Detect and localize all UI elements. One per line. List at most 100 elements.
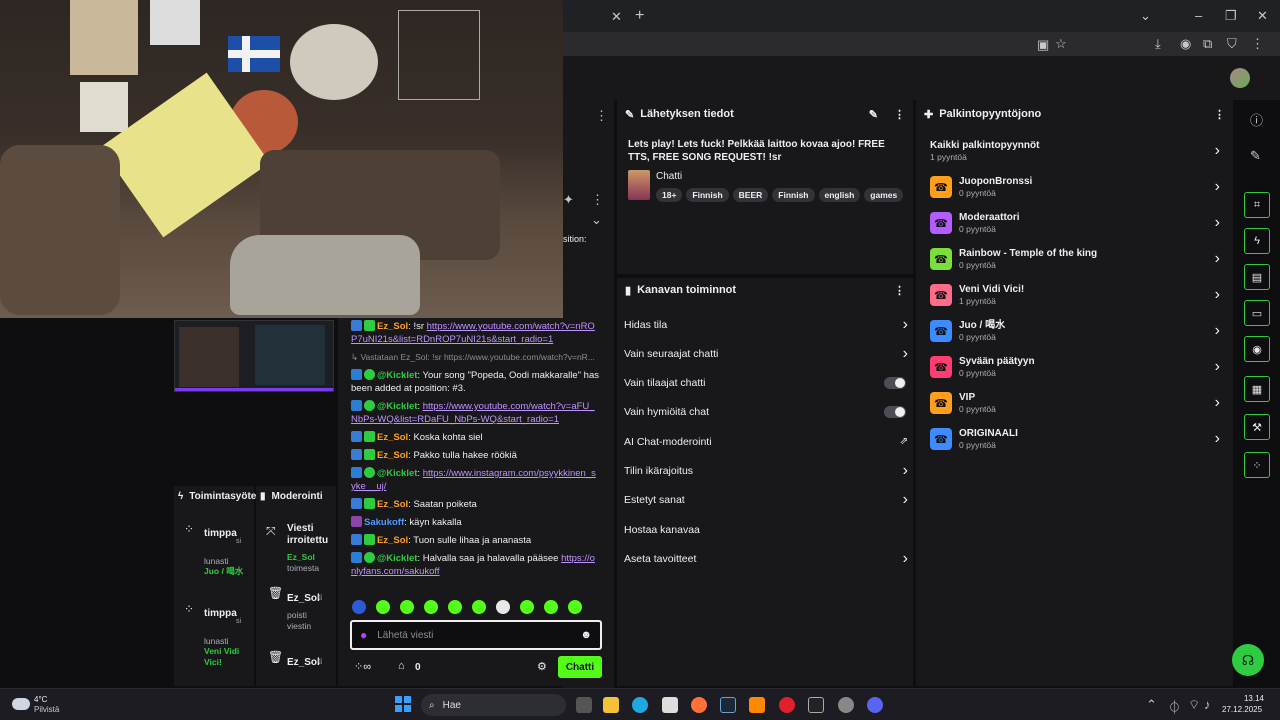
opera-icon[interactable] (779, 697, 795, 713)
reward-item[interactable]: ☎ Rainbow - Temple of the king 0 pyyntöä › (930, 241, 1220, 277)
emote-icon[interactable] (544, 600, 558, 614)
emote-icon[interactable] (424, 600, 438, 614)
edge-icon[interactable] (632, 697, 648, 713)
chat-username[interactable]: @Kicklet (377, 370, 417, 381)
chat-input[interactable]: Lähetä viesti (377, 630, 433, 641)
chat-input-box[interactable]: ● Lähetä viesti ☻ (350, 620, 602, 650)
maximize-icon[interactable]: ❐ (1225, 8, 1237, 24)
channel-action-item[interactable]: Tilin ikärajoitus › (624, 457, 908, 486)
edit-icon[interactable]: ✎ (869, 108, 878, 121)
task-view-icon[interactable] (576, 697, 592, 713)
panel-menu-icon[interactable]: ⋮ (1214, 108, 1225, 121)
stream-tag[interactable]: english (818, 188, 861, 202)
download-icon[interactable]: ⤓ (1155, 36, 1161, 52)
emote-icon[interactable] (496, 600, 510, 614)
activity-reward[interactable]: Veni Vidi Vici! (204, 646, 246, 668)
panel-menu-icon[interactable]: ⋮ (595, 108, 608, 124)
mic-tray-icon[interactable]: ⏀ (1168, 697, 1181, 716)
channel-action-item[interactable]: AI Chat-moderointi ⇗ (624, 427, 908, 456)
send-chat-button[interactable]: Chatti (558, 656, 602, 678)
panel-menu-icon[interactable]: ⋮ (894, 108, 905, 121)
chat-username[interactable]: @Kicklet (377, 553, 417, 564)
account-icon[interactable]: ◉ (1180, 36, 1191, 52)
chat-username[interactable]: Ez_Sol (377, 450, 408, 461)
stream-tag[interactable]: 18+ (656, 188, 683, 202)
mod-item-title[interactable]: Ez_Sol (287, 657, 320, 668)
panel-menu-icon[interactable]: ⋮ (894, 284, 905, 297)
clock-date[interactable]: 27.12.2025 (1222, 705, 1262, 714)
terminal-icon[interactable] (808, 697, 824, 713)
stream-preview[interactable] (174, 320, 334, 392)
chat-username[interactable]: @Kicklet (377, 468, 417, 479)
toggle-switch[interactable] (884, 406, 906, 419)
wrench-icon[interactable]: ⚒ (1244, 414, 1270, 440)
lightning-icon[interactable]: ϟ (1244, 228, 1270, 254)
chat-bubble-icon[interactable]: ▭ (1244, 300, 1270, 326)
discord-icon[interactable] (867, 697, 883, 713)
reward-item[interactable]: ☎ Veni Vidi Vici! 1 pyyntöä › (930, 277, 1220, 313)
minimize-icon[interactable]: – (1195, 8, 1202, 23)
extensions-icon[interactable]: ⧉ (1203, 36, 1212, 52)
channel-action-item[interactable]: Hostaa kanavaa (624, 515, 908, 544)
mic-icon[interactable]: ● (360, 628, 367, 642)
chat-username[interactable]: Ez_Sol (377, 321, 408, 332)
vlc-icon[interactable] (749, 697, 765, 713)
chat-username[interactable]: Ez_Sol (377, 432, 408, 443)
shield-icon[interactable]: ⛉ (1227, 36, 1237, 52)
store-icon[interactable] (662, 697, 678, 713)
clock-time[interactable]: 13.14 (1236, 694, 1264, 703)
stream-tag[interactable]: Finnish (772, 188, 815, 202)
emote-icon[interactable] (352, 600, 366, 614)
chevron-down-icon[interactable]: ⌄ (591, 212, 602, 228)
stream-tag[interactable]: games (864, 188, 904, 202)
dots-cluster-icon[interactable]: ⁘ (1244, 452, 1270, 478)
avatar[interactable] (1230, 68, 1250, 88)
menu-dots-icon[interactable]: ⋮ (1251, 36, 1264, 52)
category-thumbnail[interactable] (628, 170, 650, 200)
browser-address-bar[interactable]: ▣ ☆ ⤓ ◉ ⧉ ⛉ ⋮ (563, 32, 1280, 56)
stream-manager-icon[interactable]: ▦ (1244, 376, 1270, 402)
channel-action-item[interactable]: Vain seuraajat chatti › (624, 339, 908, 368)
edit-pencil-icon[interactable]: ✎ (1250, 148, 1261, 164)
points-icon[interactable]: ⌂ (398, 660, 405, 672)
weather-temp[interactable]: 4°C (34, 695, 47, 704)
windows-start-icon[interactable] (395, 696, 411, 712)
chat-username[interactable]: Ez_Sol (377, 499, 408, 510)
activity-user[interactable]: timppa (204, 608, 237, 619)
clip-icon[interactable]: ⌗ (1244, 192, 1270, 218)
stream-tag[interactable]: Finnish (686, 188, 729, 202)
notes-icon[interactable]: ▤ (1244, 264, 1270, 290)
taskbar-search[interactable]: ⌕ Hae (421, 694, 566, 716)
settings-gear-icon[interactable]: ⚙ (537, 660, 547, 673)
channel-action-item[interactable]: Hidas tila › (624, 310, 908, 339)
activity-user[interactable]: timppa (204, 528, 237, 539)
community-icon[interactable]: ⁘∞ (354, 660, 371, 673)
reward-all[interactable]: Kaikki palkintopyynnöt 1 pyyntöä › (930, 133, 1220, 169)
network-icon[interactable]: ⌔ (1188, 697, 1200, 713)
help-chat-icon[interactable]: ☊ (1232, 644, 1264, 676)
tray-chevron-icon[interactable]: ⌃ (1146, 697, 1157, 713)
toggle-switch[interactable] (884, 377, 906, 390)
reward-item[interactable]: ☎ ORIGINAALI 0 pyyntöä › (930, 421, 1220, 457)
emote-icon[interactable] (448, 600, 462, 614)
channel-action-item[interactable]: Aseta tavoitteet › (624, 544, 908, 573)
reply-text[interactable]: Vastataan Ez_Sol: !sr https://www.youtub… (360, 352, 594, 362)
steam-icon[interactable] (720, 697, 736, 713)
category-name[interactable]: Chatti (656, 171, 682, 182)
emote-icon[interactable] (376, 600, 390, 614)
channel-action-item[interactable]: Vain tilaajat chatti (624, 369, 908, 398)
emoji-icon[interactable]: ☻ (580, 629, 592, 641)
volume-icon[interactable]: ♪ (1204, 697, 1211, 712)
chat-username[interactable]: Sakukoff (364, 517, 404, 528)
screen-icon[interactable]: ▣ (1037, 37, 1049, 53)
tab-list-icon[interactable]: ⌄ (1140, 8, 1151, 24)
info-icon[interactable]: ⓘ (1250, 110, 1263, 129)
reward-item[interactable]: ☎ Juo / 喝水 0 pyyntöä › (930, 313, 1220, 349)
chat-username[interactable]: Ez_Sol (377, 535, 408, 546)
emote-icon[interactable] (400, 600, 414, 614)
reward-item[interactable]: ☎ Moderaattori 0 pyyntöä › (930, 205, 1220, 241)
bookmark-star-icon[interactable]: ☆ (1055, 36, 1067, 52)
chat-username[interactable]: @Kicklet (377, 401, 417, 412)
obs-icon[interactable] (838, 697, 854, 713)
file-explorer-icon[interactable] (603, 697, 619, 713)
